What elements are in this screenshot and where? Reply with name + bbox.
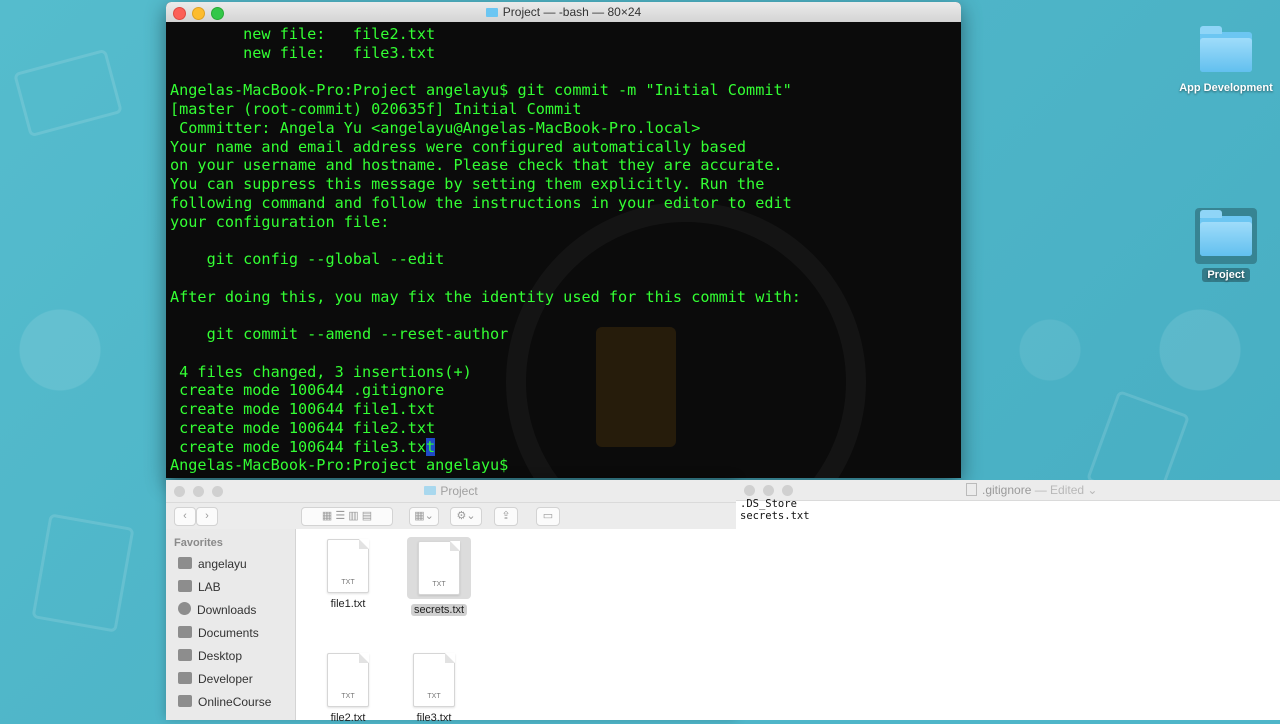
textedit-title[interactable]: .gitignore — Edited ⌄ [966,483,1097,497]
arrange-button[interactable]: ▦⌄ [409,507,439,526]
txt-file-icon: TXT [413,653,455,707]
folder-icon [178,672,192,684]
sidebar-item-angelayu[interactable]: angelayu [166,553,295,576]
terminal-titlebar[interactable]: Project — -bash — 80×24 [166,2,961,23]
terminal-line: git commit --amend --reset-author [170,325,509,343]
terminal-line: Your name and email address were configu… [170,137,747,156]
finder-titlebar[interactable]: Project [166,480,736,503]
background-doodle [31,513,135,633]
sidebar-item-documents[interactable]: Documents [166,622,295,645]
finder-file-area[interactable]: TXT file1.txt TXT secrets.txt TXT file2.… [296,529,736,724]
terminal-line: new file: file3.txt [170,43,436,62]
terminal-line: Angelas-MacBook-Pro:Project angelayu$ gi… [170,81,792,100]
document-icon [966,483,977,496]
home-icon [178,557,192,569]
terminal-window[interactable]: Project — -bash — 80×24 new file: file2.… [166,2,961,478]
terminal-line: your configuration file: [170,212,390,231]
downloads-icon [178,602,191,615]
terminal-title: Project — -bash — 80×24 [166,5,961,19]
terminal-prompt[interactable]: Angelas-MacBook-Pro:Project angelayu$ [170,456,801,475]
text-selection: t [426,437,436,456]
terminal-line: new file: file2.txt [170,25,436,43]
desktop-icon [178,649,192,661]
terminal-line: on your username and hostname. Please ch… [170,156,783,175]
finder-window[interactable]: Project ‹ › ▦ ☰ ▥ ▤ ▦⌄ ⚙⌄ ⇪ ▭ Favorites … [166,480,736,724]
background-doodle [13,48,123,138]
edited-status[interactable]: — Edited ⌄ [1035,483,1098,497]
desktop-folder-project[interactable]: Project [1176,208,1276,283]
view-mode-segmented-control[interactable]: ▦ ☰ ▥ ▤ [301,507,393,526]
file-label: file1.txt [330,598,366,610]
sidebar-item-desktop[interactable]: Desktop [166,645,295,668]
share-icon[interactable]: ⇪ [494,507,518,526]
desktop-folder-app-development[interactable]: App Development [1176,26,1276,94]
txt-file-icon: TXT [327,539,369,593]
terminal-line: git config --global --edit [170,250,445,268]
folder-icon [1200,210,1252,256]
terminal-line-text: create mode 100644 file3.tx [170,437,427,456]
minimize-button[interactable] [763,485,774,496]
sidebar-item-onlinecourse[interactable]: OnlineCourse [166,691,295,714]
udemy-watermark: Udemy [1225,698,1266,712]
sidebar-item-lab[interactable]: LAB [166,576,295,599]
terminal-lines: new file: file2.txt new file: file3.txt … [170,25,801,475]
txt-file-icon: TXT [327,653,369,707]
terminal-line: You can suppress this message by setting… [170,175,765,193]
sidebar-item-developer[interactable]: Developer [166,668,295,691]
gear-icon[interactable]: ⚙⌄ [450,507,482,526]
file-label: file3.txt [416,712,452,724]
folder-icon [424,486,437,495]
terminal-line: Committer: Angela Yu <angelayu@Angelas-M… [170,118,701,137]
forward-button[interactable]: › [196,507,218,526]
back-button[interactable]: ‹ [174,507,196,526]
zoom-button[interactable] [782,485,793,496]
terminal-line: 4 files changed, 3 insertions(+) [170,362,472,381]
terminal-line: following command and follow the instruc… [170,193,792,212]
file-item-secrets[interactable]: TXT secrets.txt [407,537,471,618]
textedit-content[interactable]: .DS_Store secrets.txt [740,498,810,522]
terminal-line: After doing this, you may fix the identi… [170,287,801,306]
finder-sidebar: Favorites angelayu LAB Downloads Documen… [166,529,296,720]
finder-title: Project [166,484,736,498]
tag-icon[interactable]: ▭ [536,507,560,526]
terminal-line: [master (root-commit) 020635f] Initial C… [170,100,582,118]
terminal-line-selected: create mode 100644 file3.txt [170,437,801,457]
text-line: .DS_Store [740,498,797,510]
desktop-icon-label: Project [1202,268,1250,282]
folder-icon [178,580,192,592]
desktop-icon-label: App Development [1179,82,1273,94]
terminal-line: create mode 100644 file2.txt [170,418,436,437]
documents-icon [178,626,192,638]
sidebar-heading: Favorites [174,537,223,549]
text-line: secrets.txt [740,510,810,522]
file-label: file2.txt [330,712,366,724]
finder-toolbar: ‹ › ▦ ☰ ▥ ▤ ▦⌄ ⚙⌄ ⇪ ▭ [166,503,736,530]
sidebar-item-downloads[interactable]: Downloads [166,599,295,622]
file-label: secrets.txt [410,604,468,616]
close-button[interactable] [744,485,755,496]
file-item-file3[interactable]: TXT file3.txt [402,653,466,724]
textedit-titlebar[interactable]: .gitignore — Edited ⌄ [736,480,1280,501]
file-item-file1[interactable]: TXT file1.txt [316,539,380,610]
folder-icon [178,695,192,707]
terminal-line: create mode 100644 .gitignore [170,381,445,400]
terminal-output[interactable]: new file: file2.txt new file: file3.txt … [166,22,961,478]
terminal-line: create mode 100644 file1.txt [170,400,436,418]
textedit-window[interactable]: .gitignore — Edited ⌄ .DS_Store secrets.… [736,480,1280,720]
txt-file-icon: TXT [418,541,460,595]
file-item-file2[interactable]: TXT file2.txt [316,653,380,724]
folder-icon [1200,26,1252,72]
folder-icon [485,8,498,17]
